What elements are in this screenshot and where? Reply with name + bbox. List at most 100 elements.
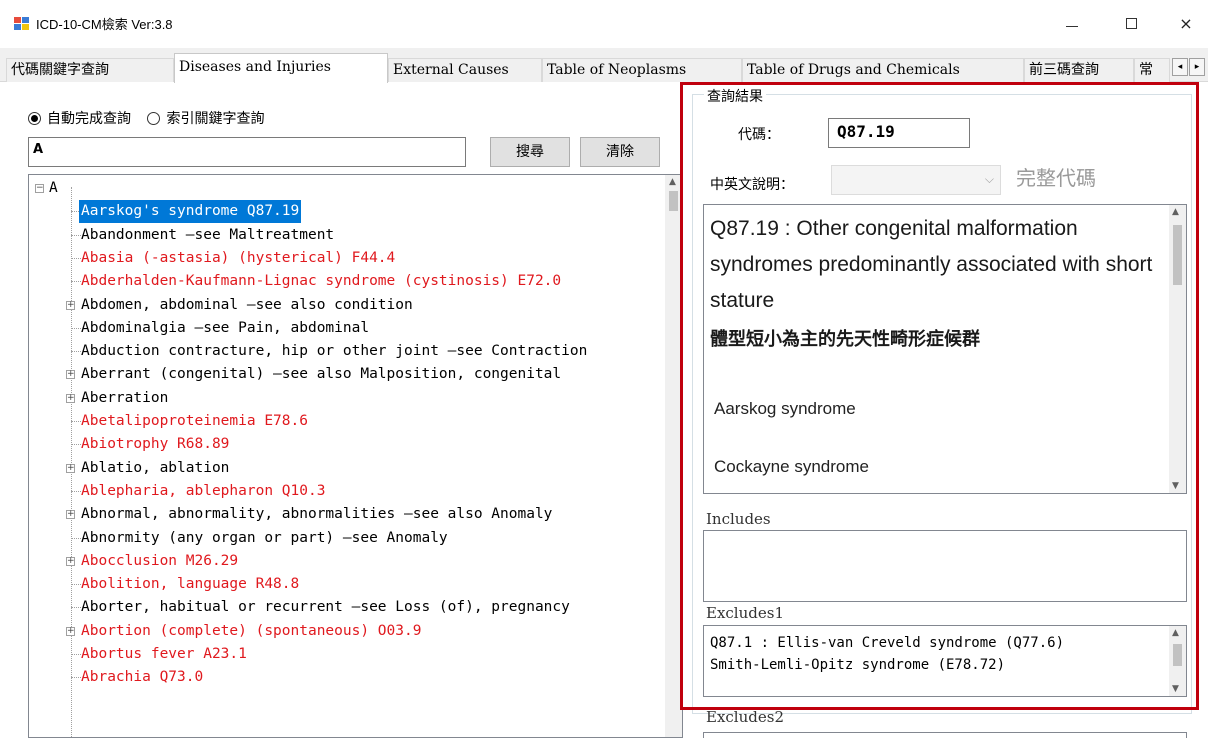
expand-icon[interactable]: + [66,370,75,380]
tree-item[interactable]: Ablepharia, ablepharon Q10.3 [29,480,666,503]
tab-strip: 代碼關鍵字查詢 Diseases and Injuries External C… [0,48,1208,83]
tab-content: 自動完成查詢 索引關鍵字查詢 A 搜尋 清除 − A Aarskog's syn… [0,82,1208,738]
app-grid-icon [14,17,30,31]
close-button[interactable]: × [1166,8,1206,40]
tree-item[interactable]: Abetalipoproteinemia E78.6 [29,410,666,433]
tree-viewport: − A Aarskog's syndrome Q87.19 Abandonment… [29,175,666,737]
tree-item-label[interactable]: Aberration [81,387,168,410]
tab-scroll-left[interactable]: ◂ [1172,58,1188,76]
radio-autocomplete[interactable] [28,112,41,125]
search-input[interactable]: A [28,137,466,167]
tab-code-keyword[interactable]: 代碼關鍵字查詢 [6,58,174,82]
tab-external-causes[interactable]: External Causes [388,58,542,82]
tree-item-label[interactable]: Abetalipoproteinemia E78.6 [81,410,308,433]
tree-connector [71,677,81,679]
expand-icon[interactable]: + [66,626,75,636]
tree-connector [71,607,81,609]
tree-connector [71,444,81,446]
excludes2-label: Excludes2 [706,708,784,726]
tree-item-label[interactable]: Aarskog's syndrome Q87.19 [79,200,302,224]
tab-common[interactable]: 常 [1134,58,1170,82]
tree-item[interactable]: Abiotrophy R68.89 [29,433,666,456]
tree-item-label[interactable]: Abdominalgia —see Pain, abdominal [81,317,369,340]
excludes2-box[interactable] [703,732,1187,738]
maximize-icon [1126,18,1137,29]
tree-item[interactable]: Abolition, language R48.8 [29,573,666,596]
tree-item-label[interactable]: Abortion (complete) (spontaneous) O03.9 [81,620,421,643]
tree-item[interactable]: + Abocclusion M26.29 [29,550,666,573]
expand-icon[interactable]: + [66,393,75,403]
tree-item-label[interactable]: Abnormal, abnormality, abnormalities —se… [81,503,552,526]
tab-table-neoplasms[interactable]: Table of Neoplasms [542,58,742,82]
tree-item[interactable]: Abnormity (any organ or part) —see Anoma… [29,527,666,550]
expand-icon[interactable]: + [66,510,75,520]
collapse-icon[interactable]: − [35,184,44,193]
tree-item-label[interactable]: Aborter, habitual or recurrent —see Loss… [81,596,570,619]
tree-item[interactable]: Aborter, habitual or recurrent —see Loss… [29,596,666,619]
tree-connector [71,351,81,353]
tree-item[interactable]: + Abdomen, abdominal —see also condition [29,294,666,317]
tree-item[interactable]: + Aberration [29,387,666,410]
minimize-button[interactable] [1052,8,1092,40]
tree-item[interactable]: + Aberrant (congenital) —see also Malposi… [29,363,666,386]
tree-connector [71,421,81,422]
expand-icon[interactable]: + [66,463,75,473]
radio-autocomplete-label[interactable]: 自動完成查詢 [47,111,131,127]
tree-item[interactable]: Abderhalden-Kaufmann-Lignac syndrome (cy… [29,270,666,293]
tree-item-label[interactable]: Abduction contracture, hip or other join… [81,340,587,363]
index-tree[interactable]: − A Aarskog's syndrome Q87.19 Abandonment… [28,174,683,738]
close-icon: × [1179,14,1193,33]
radio-index-keyword[interactable] [147,112,161,125]
title-bar: ICD-10-CM檢索 Ver:3.8 × [0,0,1208,48]
tree-item[interactable]: Aarskog's syndrome Q87.19 [29,200,666,224]
search-mode: 自動完成查詢 索引關鍵字查詢 [28,108,276,128]
tree-item-label[interactable]: Abrachia Q73.0 [81,666,203,689]
tree-item-label[interactable]: Abolition, language R48.8 [81,573,299,596]
tree-item[interactable]: Abasia (-astasia) (hysterical) F44.4 [29,247,666,270]
tree-connector [71,257,81,259]
tree-item-label[interactable]: Abiotrophy R68.89 [81,433,229,456]
tree-item-label[interactable]: Abnormity (any organ or part) —see Anoma… [81,527,448,550]
tree-connector [71,584,81,586]
tree-item-label[interactable]: Abdomen, abdominal —see also condition [81,294,413,317]
tree-root[interactable]: − A [29,177,659,200]
expand-icon[interactable]: + [66,300,75,310]
tree-item[interactable]: + Ablatio, ablation [29,457,666,480]
tab-table-drugs[interactable]: Table of Drugs and Chemicals [742,58,1024,82]
window-title: ICD-10-CM檢索 Ver:3.8 [36,17,173,32]
tree-connector [71,281,81,283]
tree-connector [71,234,81,236]
tree-item-label[interactable]: Aberrant (congenital) —see also Malposit… [81,363,561,386]
radio-index-keyword-label[interactable]: 索引關鍵字查詢 [166,111,264,127]
tree-item[interactable]: + Abnormal, abnormality, abnormalities —s… [29,503,666,526]
minimize-icon [1066,26,1078,27]
tree-item[interactable]: Abrachia Q73.0 [29,666,666,689]
highlight-frame [680,82,1199,710]
tree-item[interactable]: Abduction contracture, hip or other join… [29,340,666,363]
maximize-button[interactable] [1112,8,1152,40]
tree-item-label[interactable]: Abortus fever A23.1 [81,643,247,666]
tree-connector [71,327,81,329]
tree-root-label[interactable]: A [49,177,58,200]
tab-first-three[interactable]: 前三碼查詢 [1024,58,1134,82]
tree-item-label[interactable]: Abderhalden-Kaufmann-Lignac syndrome (cy… [81,270,561,293]
tree-connector [71,490,81,492]
tree-item[interactable]: + Abortion (complete) (spontaneous) O03.9 [29,620,666,643]
scroll-up-icon[interactable]: ▲ [669,177,676,187]
tree-item-label[interactable]: Abocclusion M26.29 [81,550,238,573]
tree-item-label[interactable]: Abasia (-astasia) (hysterical) F44.4 [81,247,395,270]
search-button[interactable]: 搜尋 [490,137,570,167]
tree-item[interactable]: Abdominalgia —see Pain, abdominal [29,317,666,340]
tree-item-label[interactable]: Abandonment —see Maltreatment [81,224,334,247]
tree-item-label[interactable]: Ablepharia, ablepharon Q10.3 [81,480,325,503]
tree-scroll-thumb[interactable] [669,191,678,211]
tab-diseases-injuries[interactable]: Diseases and Injuries [174,53,388,83]
expand-icon[interactable]: + [66,556,75,566]
tree-connector [71,654,81,655]
tree-item[interactable]: Abortus fever A23.1 [29,643,666,666]
tree-connector [71,537,81,539]
clear-button[interactable]: 清除 [580,137,660,167]
tab-scroll-right[interactable]: ▸ [1189,58,1205,76]
tree-item[interactable]: Abandonment —see Maltreatment [29,224,666,247]
tree-item-label[interactable]: Ablatio, ablation [81,457,229,480]
